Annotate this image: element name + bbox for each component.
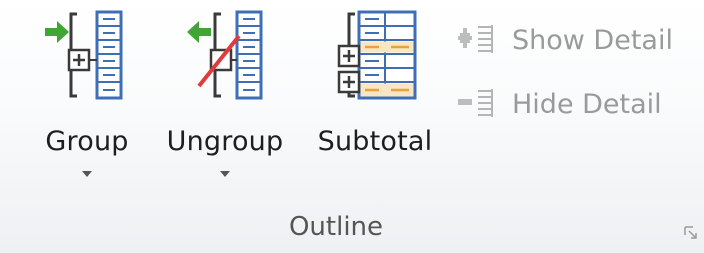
subtotal-icon [337, 10, 417, 100]
subtotal-button[interactable]: Subtotal [305, 6, 445, 196]
hide-detail-label: Hide Detail [512, 88, 662, 120]
group-button-label: Group [45, 126, 129, 157]
ungroup-button-label: Ungroup [166, 126, 284, 157]
ungroup-button[interactable]: Ungroup [150, 6, 300, 196]
chevron-down-icon[interactable] [82, 171, 92, 177]
hide-detail-icon [458, 89, 493, 117]
hide-detail-button[interactable]: Hide Detail [458, 84, 662, 124]
group-title: Outline [0, 212, 704, 242]
ungroup-icon-wrap [175, 6, 275, 118]
subtotal-button-label: Subtotal [317, 126, 433, 157]
group-button[interactable]: Group [28, 6, 146, 196]
subtotal-icon-wrap [325, 6, 425, 118]
show-detail-button[interactable]: Show Detail [458, 20, 673, 60]
show-detail-label: Show Detail [512, 24, 673, 56]
ungroup-rows-icon [187, 10, 263, 100]
outline-ribbon-group: Group Ungroup Subtotal Show Detail Hide … [0, 0, 704, 253]
group-icon-wrap [37, 6, 137, 118]
dialog-launcher-icon[interactable] [684, 226, 698, 240]
chevron-down-icon[interactable] [220, 171, 230, 177]
group-rows-icon [45, 10, 123, 100]
group-title-label: Outline [288, 212, 384, 242]
show-detail-icon [458, 25, 493, 53]
